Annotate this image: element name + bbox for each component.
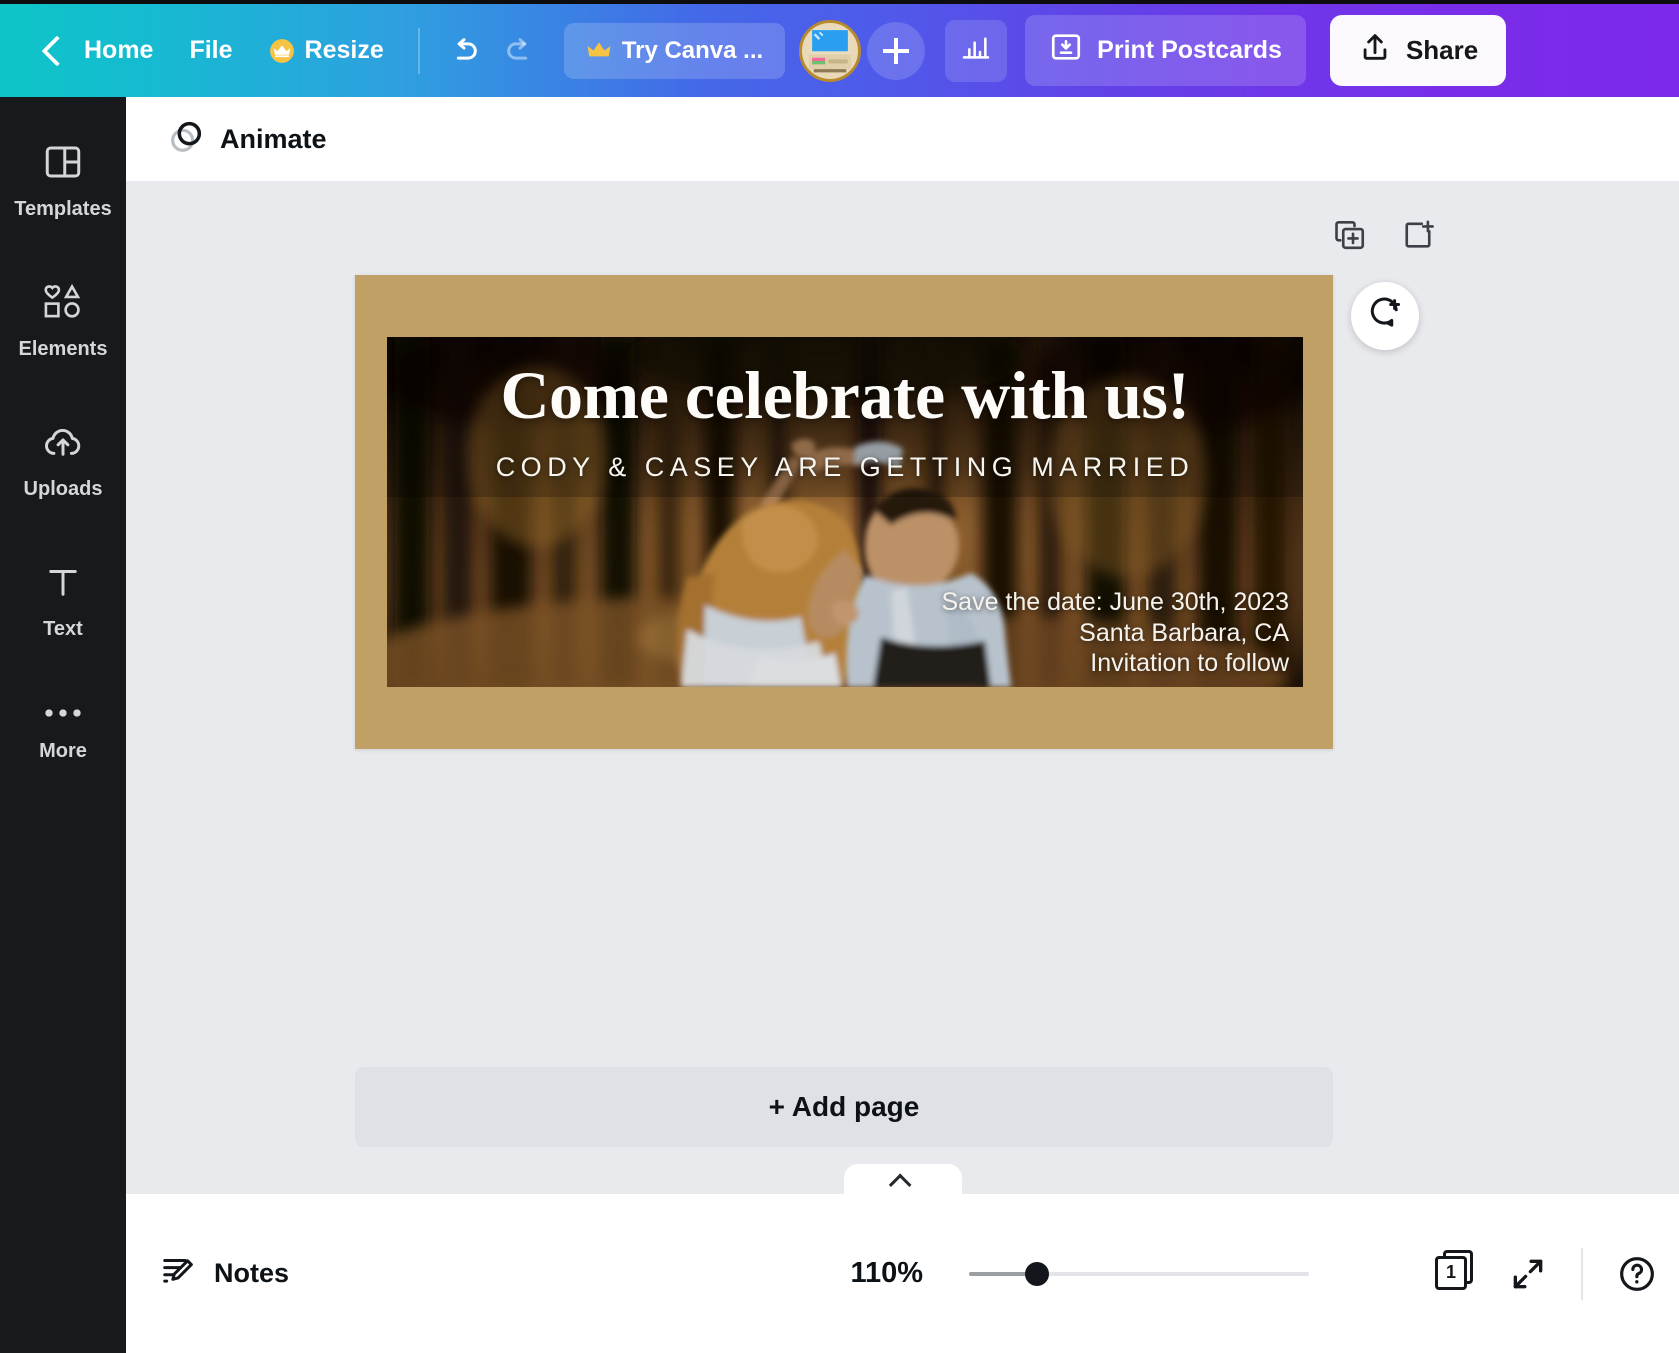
sidebar-item-label: Templates [14, 198, 111, 221]
computer-avatar-icon [804, 22, 856, 79]
file-menu-button[interactable]: File [171, 26, 250, 75]
sidebar-item-label: Text [43, 618, 83, 641]
home-button[interactable]: Home [28, 26, 171, 75]
redo-button[interactable] [492, 23, 548, 79]
details-line-1: Save the date: June 30th, 2023 [942, 587, 1290, 618]
help-question-icon[interactable] [1617, 1254, 1657, 1294]
canvas-area: Come celebrate with us! CODY & CASEY ARE… [126, 181, 1679, 1194]
share-button[interactable]: Share [1330, 15, 1506, 86]
bar-chart-icon [960, 32, 992, 69]
duplicate-page-icon[interactable] [1332, 217, 1368, 258]
add-page-label: + Add page [769, 1091, 920, 1123]
chevron-up-icon [888, 1174, 911, 1194]
collapse-panel-button[interactable] [844, 1164, 962, 1194]
notes-button[interactable]: Notes [160, 1251, 289, 1296]
page-number-label: 1 [1435, 1256, 1467, 1290]
sidebar-item-label: Elements [19, 338, 108, 361]
print-label: Print Postcards [1097, 36, 1282, 65]
add-comment-button[interactable] [1351, 282, 1419, 350]
zoom-controls: 110% [851, 1257, 1310, 1290]
sidebar-item-templates[interactable]: Templates [0, 125, 126, 231]
share-label: Share [1406, 35, 1478, 66]
zoom-slider[interactable] [969, 1272, 1309, 1276]
crown-icon [269, 38, 295, 64]
file-label: File [189, 36, 232, 65]
resize-button[interactable]: Resize [251, 26, 402, 75]
card-subheadline[interactable]: CODY & CASEY ARE GETTING MARRIED [387, 452, 1303, 483]
sidebar-item-text[interactable]: Text [0, 545, 126, 651]
crown-icon [586, 38, 612, 64]
avatar[interactable] [799, 20, 861, 82]
expand-arrows-icon[interactable] [1509, 1255, 1547, 1293]
toolbar-divider [418, 28, 420, 74]
canva-editor-window: Home File Resize [0, 0, 1679, 1353]
undo-button[interactable] [436, 23, 492, 79]
sidebar-item-label: More [39, 740, 87, 763]
animate-label: Animate [220, 124, 327, 155]
sidebar-item-more[interactable]: More [0, 685, 126, 773]
ellipsis-icon [42, 701, 84, 730]
text-t-icon [42, 561, 84, 608]
details-line-2: Santa Barbara, CA [942, 618, 1290, 649]
add-collaborator-button[interactable] [867, 22, 925, 80]
cloud-upload-icon [41, 421, 85, 468]
insights-button[interactable] [945, 20, 1007, 82]
try-canva-pro-button[interactable]: Try Canva ... [564, 23, 785, 79]
try-canva-label: Try Canva ... [622, 37, 763, 65]
card-headline[interactable]: Come celebrate with us! [387, 361, 1303, 429]
zoom-slider-handle[interactable] [1025, 1262, 1049, 1286]
zoom-level-label: 110% [851, 1257, 924, 1290]
photo-frame[interactable]: Come celebrate with us! CODY & CASEY ARE… [387, 337, 1303, 687]
home-label: Home [84, 36, 153, 65]
animate-circles-icon [166, 117, 206, 162]
upload-share-icon [1358, 30, 1392, 71]
animate-button[interactable]: Animate [152, 109, 341, 170]
status-bar: Notes 110% 1 [126, 1194, 1679, 1353]
left-sidebar: Templates Elements [0, 97, 126, 1353]
templates-icon [42, 141, 84, 188]
status-right-controls: 1 [1435, 1248, 1657, 1300]
design-page-card[interactable]: Come celebrate with us! CODY & CASEY ARE… [355, 275, 1333, 749]
add-page-icon[interactable] [1400, 217, 1436, 258]
page-stack-icon[interactable]: 1 [1435, 1254, 1475, 1294]
add-comment-icon [1367, 296, 1403, 337]
notes-pencil-icon [160, 1251, 198, 1296]
notes-label: Notes [214, 1258, 289, 1289]
sidebar-item-elements[interactable]: Elements [0, 265, 126, 371]
add-page-button[interactable]: + Add page [355, 1067, 1333, 1147]
status-divider [1581, 1248, 1583, 1300]
top-toolbar: Home File Resize [0, 4, 1679, 97]
page-tools [1332, 217, 1436, 258]
print-tray-icon [1049, 30, 1083, 71]
sidebar-item-uploads[interactable]: Uploads [0, 405, 126, 511]
card-details[interactable]: Save the date: June 30th, 2023 Santa Bar… [942, 587, 1290, 679]
resize-label: Resize [305, 36, 384, 65]
elements-shapes-icon [40, 281, 86, 328]
redo-icon [503, 34, 537, 68]
sidebar-item-label: Uploads [24, 478, 103, 501]
back-chevron-icon [41, 35, 72, 66]
context-toolbar: Animate [126, 97, 1679, 181]
print-postcards-button[interactable]: Print Postcards [1025, 15, 1306, 86]
details-line-3: Invitation to follow [942, 648, 1290, 679]
undo-icon [447, 34, 481, 68]
